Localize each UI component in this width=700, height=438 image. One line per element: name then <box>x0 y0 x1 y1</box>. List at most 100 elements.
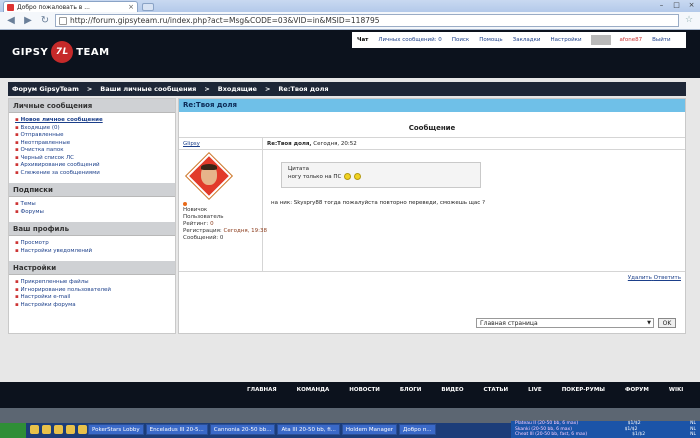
forum-jump-select[interactable]: Главная страница <box>476 318 654 328</box>
footer-link-articles[interactable]: СТАТЬИ <box>474 387 519 393</box>
favicon-icon <box>7 3 14 11</box>
smiley-icon <box>344 173 352 180</box>
forward-button[interactable]: ▶ <box>21 14 35 28</box>
breadcrumb-inbox[interactable]: Входящие <box>218 85 257 93</box>
user-badge-image <box>590 35 611 45</box>
breadcrumb-messages[interactable]: Ваши личные сообщения <box>100 85 196 93</box>
sidebar-item-archive[interactable]: Архивирование сообщений <box>15 162 169 170</box>
sidebar-item-forum-settings[interactable]: Настройки форума <box>15 302 169 310</box>
taskbar-item[interactable]: Enceladus III 20-5... <box>145 424 208 435</box>
sidebar: Личные сообщения Новое личное сообщение … <box>8 98 176 334</box>
minimize-button[interactable]: – <box>655 1 668 10</box>
user-bar: Чат Личных сообщений: 0 Поиск Помощь Зак… <box>352 32 686 48</box>
site-footer: ГЛАВНАЯ КОМАНДА НОВОСТИ БЛОГИ ВИДЕО СТАТ… <box>0 382 700 408</box>
footer-link-live[interactable]: LIVE <box>518 387 552 393</box>
footer-link-home[interactable]: ГЛАВНАЯ <box>237 387 287 393</box>
username-link[interactable]: afone87 <box>615 37 648 43</box>
post-actions: Удалить Ответить <box>179 272 685 284</box>
taskbar-item[interactable]: Cannonia 20-50 bb... <box>209 424 276 435</box>
sidebar-item-view-profile[interactable]: Просмотр <box>15 240 169 248</box>
tray-row[interactable]: Cheat III (20-50 bb, fast, 6 max) $1/$2 … <box>511 432 700 438</box>
sidebar-item-attachments[interactable]: Прикрепленные файлы <box>15 279 169 287</box>
sidebar-item-tracking[interactable]: Слежение за сообщениями <box>15 170 169 178</box>
author-posts: Сообщений: 0 <box>183 235 258 242</box>
sidebar-item-ignore-users[interactable]: Игнорирование пользователей <box>15 287 169 295</box>
footer-link-blogs[interactable]: БЛОГИ <box>390 387 432 393</box>
taskbar-item[interactable]: PokerStars Lobby <box>88 424 144 435</box>
sidebar-item-unsent[interactable]: Неотправленные <box>15 140 169 148</box>
taskbar-item[interactable]: Добро п... <box>399 424 436 435</box>
tab-title: Добро пожаловать в ... <box>17 3 90 11</box>
footer-link-team[interactable]: КОМАНДА <box>287 387 340 393</box>
close-window-button[interactable]: × <box>685 1 698 10</box>
sidebar-item-notifications[interactable]: Настройки уведомлений <box>15 248 169 256</box>
author-role: Новичок <box>183 207 208 213</box>
post-author-link[interactable]: Glipsy <box>179 138 263 149</box>
forum-jump-ok-button[interactable]: OK <box>658 318 676 328</box>
sidebar-item-sent[interactable]: Отправленные <box>15 132 169 140</box>
message-title: Re:Твоя доля <box>179 99 685 112</box>
reply-link[interactable]: Ответить <box>654 275 681 281</box>
page-icon <box>59 16 67 25</box>
start-button[interactable] <box>0 423 26 438</box>
quick-launch-icon[interactable] <box>42 425 51 434</box>
sidebar-item-inbox[interactable]: Входящие (0) <box>15 125 169 133</box>
footer-nav: ГЛАВНАЯ КОМАНДА НОВОСТИ БЛОГИ ВИДЕО СТАТ… <box>237 387 693 393</box>
bookmarks-link[interactable]: Закладки <box>508 37 546 43</box>
site-header: GIPSY 7L TEAM Чат Личных сообщений: 0 По… <box>0 30 700 78</box>
logo-mark-icon: 7L <box>51 41 74 63</box>
logout-link[interactable]: Выйти <box>647 37 675 43</box>
bookmark-star-icon[interactable]: ☆ <box>682 14 696 28</box>
reload-button[interactable]: ↻ <box>38 14 52 28</box>
sidebar-heading: Личные сообщения <box>9 99 175 113</box>
taskbar-item[interactable]: Holdem Manager <box>341 424 398 435</box>
sidebar-item-new-message[interactable]: Новое личное сообщение <box>15 117 169 125</box>
breadcrumb-separator: > <box>204 85 210 93</box>
post-title: Re:Твоя доля, <box>267 141 312 147</box>
tray-table-name: Cheat III (20-50 bb, fast, 6 max) <box>515 432 588 437</box>
maximize-button[interactable]: □ <box>670 1 683 10</box>
messages-link[interactable]: Личных сообщений: 0 <box>373 37 446 43</box>
sidebar-item-blacklist[interactable]: Черный список ЛС <box>15 155 169 163</box>
sidebar-item-topics[interactable]: Темы <box>15 201 169 209</box>
quick-launch-icon[interactable] <box>30 425 39 434</box>
quick-launch-icon[interactable] <box>54 425 63 434</box>
browser-toolbar: ◀ ▶ ↻ http://forum.gipsyteam.ru/index.ph… <box>0 12 700 30</box>
message-panel: Re:Твоя доля Сообщение Glipsy Re:Твоя до… <box>178 98 686 334</box>
address-url[interactable]: http://forum.gipsyteam.ru/index.php?act=… <box>70 16 380 25</box>
browser-tabbar: Добро пожаловать в ... × – □ × <box>0 0 700 12</box>
back-button[interactable]: ◀ <box>4 14 18 28</box>
site-logo[interactable]: GIPSY 7L TEAM <box>12 41 110 63</box>
new-tab-button[interactable] <box>142 3 154 11</box>
post-title-line: Re:Твоя доля, Сегодня, 20:52 <box>263 138 361 149</box>
posts-value: 0 <box>219 235 224 241</box>
settings-link[interactable]: Настройки <box>545 37 586 43</box>
delete-link[interactable]: Удалить <box>628 275 652 281</box>
footer-link-wiki[interactable]: WIKI <box>659 387 693 393</box>
quick-launch-icon[interactable] <box>78 425 87 434</box>
online-status-icon <box>183 202 187 206</box>
sidebar-heading: Подписки <box>9 183 175 197</box>
footer-link-video[interactable]: ВИДЕО <box>431 387 473 393</box>
close-tab-icon[interactable]: × <box>128 3 134 11</box>
registration-value: Сегодня, 19:38 <box>223 228 268 234</box>
breadcrumb-forum[interactable]: Форум GipsyTeam <box>12 85 79 93</box>
quick-launch-icon[interactable] <box>66 425 75 434</box>
help-link[interactable]: Помощь <box>474 37 507 43</box>
breadcrumb: Форум GipsyTeam > Ваши личные сообщения … <box>8 82 686 96</box>
address-bar[interactable]: http://forum.gipsyteam.ru/index.php?act=… <box>55 14 679 27</box>
sidebar-item-clean-folders[interactable]: Очистка папок <box>15 147 169 155</box>
footer-link-poker-rooms[interactable]: ПОКЕР-РУМЫ <box>552 387 615 393</box>
rating-value: 0 <box>210 221 214 227</box>
avatar <box>186 153 232 199</box>
browser-tab[interactable]: Добро пожаловать в ... × <box>3 1 138 12</box>
chat-link[interactable]: Чат <box>352 37 373 43</box>
search-link[interactable]: Поиск <box>447 37 474 43</box>
sidebar-item-forums[interactable]: Форумы <box>15 209 169 217</box>
footer-link-news[interactable]: НОВОСТИ <box>339 387 390 393</box>
footer-link-forum[interactable]: ФОРУМ <box>615 387 659 393</box>
taskbar-item[interactable]: Ata III 20-50 bb, fi... <box>277 424 340 435</box>
sidebar-heading: Ваш профиль <box>9 222 175 236</box>
sidebar-item-email-settings[interactable]: Настройки e-mail <box>15 294 169 302</box>
author-info: Новичок Пользователь Рейтинг: 0 Регистра… <box>179 150 267 271</box>
